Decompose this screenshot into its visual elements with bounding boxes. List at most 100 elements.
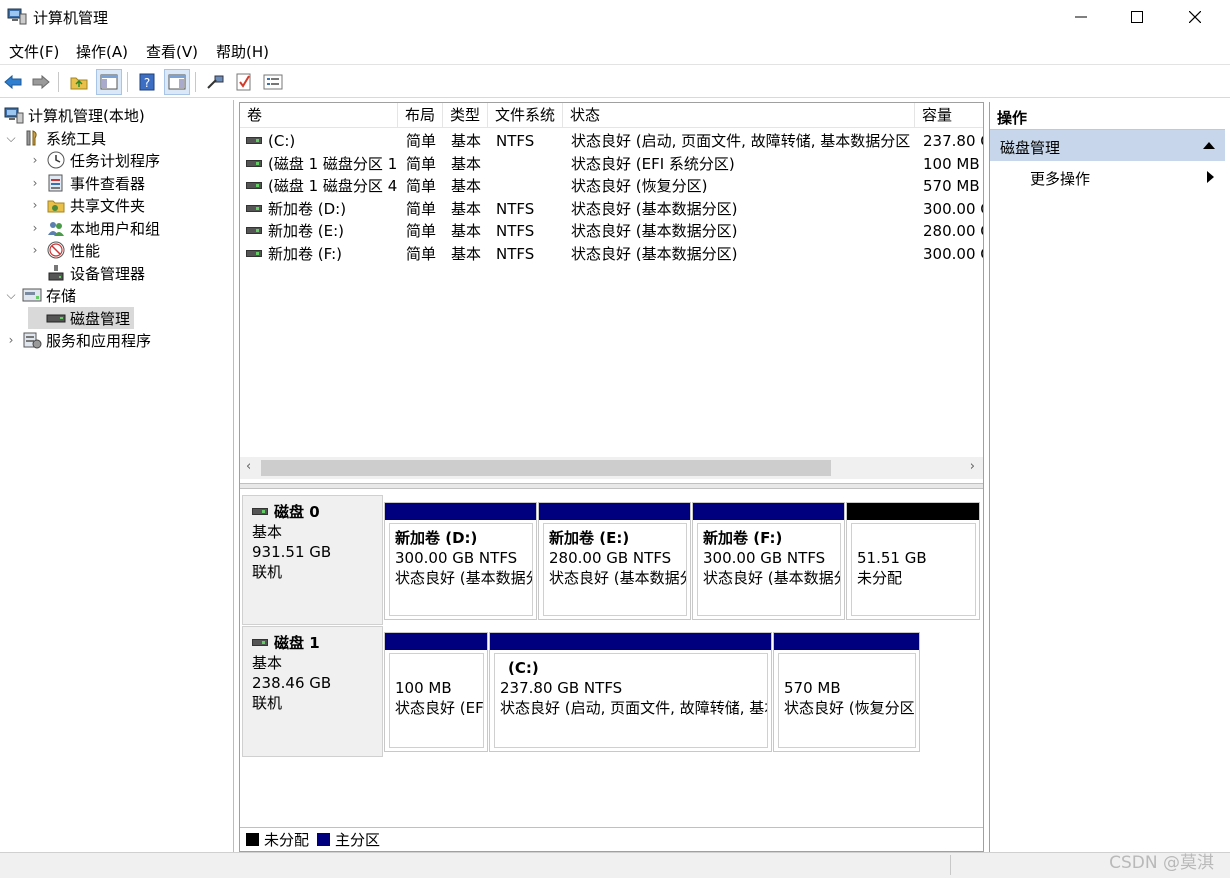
tree-item-event-viewer[interactable]: › 事件查看器 [28, 172, 145, 194]
tree-item-device-manager[interactable]: 设备管理器 [28, 262, 145, 284]
menu-help[interactable]: 帮助(H) [216, 41, 269, 62]
partition-bar [490, 633, 771, 650]
capacity-cell: 300.00 G [923, 199, 983, 218]
scrollbar-thumb[interactable] [261, 460, 831, 476]
column-capacity[interactable]: 容量 [915, 103, 983, 128]
forward-arrow-icon[interactable] [28, 69, 54, 95]
scroll-right-icon[interactable]: › [970, 459, 975, 474]
svg-text:?: ? [144, 76, 150, 90]
disk-graphical-view: 磁盘 0 基本 931.51 GB 联机 新加卷 (D:) 300.00 GB … [240, 489, 983, 827]
column-type[interactable]: 类型 [443, 103, 488, 128]
clock-icon [46, 151, 66, 169]
minimize-button[interactable] [1052, 0, 1110, 34]
partition-size: 100 MB [395, 679, 452, 697]
chevron-right-icon[interactable]: › [28, 153, 42, 167]
chevron-right-icon[interactable]: › [4, 333, 18, 347]
horizontal-scrollbar[interactable]: ‹ › [240, 457, 983, 479]
column-volume[interactable]: 卷 [240, 103, 398, 128]
more-actions-link[interactable]: 更多操作 [1030, 168, 1090, 189]
help-icon[interactable]: ? [134, 69, 160, 95]
tools-icon [22, 129, 42, 147]
partition-bar [774, 633, 919, 650]
chevron-down-icon[interactable]: ⌵ [4, 288, 18, 303]
partition-c[interactable]: (C:) 237.80 GB NTFS 状态良好 (启动, 页面文件, 故障转储… [489, 632, 772, 752]
partition-e[interactable]: 新加卷 (E:) 280.00 GB NTFS 状态良好 (基本数据分 [538, 502, 691, 620]
column-status[interactable]: 状态 [563, 103, 915, 128]
tree-item-computer-management[interactable]: 计算机管理(本地) [4, 104, 145, 126]
partition-size: 51.51 GB [857, 549, 927, 567]
volume-icon [246, 204, 262, 212]
table-row[interactable]: 新加卷 (D:) 简单基本 NTFS 状态良好 (基本数据分区) 300.00 G [240, 198, 983, 221]
type-cell: 基本 [451, 132, 482, 150]
partition-name: 新加卷 (E:) [549, 529, 630, 547]
maximize-button[interactable] [1108, 0, 1166, 34]
filesystem-cell: NTFS [496, 132, 535, 150]
menu-view[interactable]: 查看(V) [146, 41, 198, 62]
table-row[interactable]: (C:) 简单 基本 NTFS 状态良好 (启动, 页面文件, 故障转储, 基本数据分区… [240, 130, 983, 153]
show-hide-action-icon[interactable] [164, 69, 190, 95]
scroll-left-icon[interactable]: ‹ [246, 459, 251, 474]
partition-unallocated[interactable]: 51.51 GB 未分配 [846, 502, 980, 620]
back-arrow-icon[interactable] [0, 69, 26, 95]
storage-icon [22, 286, 42, 304]
layout-cell: 简单 [406, 222, 437, 240]
tree-item-disk-management[interactable]: 磁盘管理 [28, 307, 135, 329]
menu-action[interactable]: 操作(A) [76, 41, 128, 62]
legend-unallocated: 未分配 [264, 831, 310, 849]
layout-cell: 简单 [406, 154, 437, 173]
type-cell: 基本 [451, 177, 482, 195]
up-folder-icon[interactable] [66, 69, 92, 95]
properties-check-icon[interactable] [231, 69, 257, 95]
volume-cell: 新加卷 (F:) [246, 243, 398, 265]
tree-item-services-apps[interactable]: › 服务和应用程序 [4, 329, 151, 351]
tree-label: 系统工具 [46, 129, 107, 148]
type-cell: 基本 [451, 199, 482, 218]
event-viewer-icon [46, 174, 66, 192]
table-row[interactable]: (磁盘 1 磁盘分区 1) 简单 基本 状态良好 (EFI 系统分区) 100 MB [240, 153, 983, 176]
collapse-up-icon[interactable] [1203, 142, 1215, 149]
column-filesystem[interactable]: 文件系统 [488, 103, 563, 128]
capacity-cell: 100 MB [923, 154, 980, 173]
chevron-right-icon[interactable]: › [28, 176, 42, 190]
disk-0-label[interactable]: 磁盘 0 基本 931.51 GB 联机 [242, 495, 383, 625]
chevron-down-icon[interactable]: ⌵ [4, 131, 18, 146]
layout-cell: 简单 [406, 199, 437, 218]
computer-management-icon [7, 7, 27, 25]
volume-name: (磁盘 1 磁盘分区 1) [268, 154, 398, 173]
chevron-right-icon[interactable]: › [28, 198, 42, 212]
show-hide-tree-icon[interactable] [96, 69, 122, 95]
type-cell: 基本 [451, 244, 482, 263]
partition-bar [385, 503, 536, 520]
tree-item-task-scheduler[interactable]: › 任务计划程序 [28, 149, 160, 171]
submenu-arrow-icon[interactable] [1207, 171, 1214, 183]
tree-item-storage[interactable]: ⌵ 存储 [4, 284, 76, 306]
disk-1-label[interactable]: 磁盘 1 基本 238.46 GB 联机 [242, 626, 383, 757]
list-icon[interactable] [260, 69, 286, 95]
capacity-cell: 280.00 G [923, 222, 983, 240]
partition-recovery[interactable]: 570 MB 状态良好 (恢复分区 [773, 632, 920, 752]
volume-name: 新加卷 (E:) [268, 222, 345, 240]
chevron-right-icon[interactable]: › [28, 243, 42, 257]
disk-size: 238.46 GB [252, 674, 332, 692]
close-button[interactable] [1166, 0, 1224, 34]
tree-item-local-users[interactable]: › 本地用户和组 [28, 217, 160, 239]
column-layout[interactable]: 布局 [398, 103, 443, 128]
volume-cell: 新加卷 (D:) [246, 198, 398, 220]
type-cell: 基本 [451, 222, 482, 240]
connect-icon[interactable] [202, 69, 228, 95]
tree-item-performance[interactable]: › 性能 [28, 239, 100, 261]
menu-file[interactable]: 文件(F) [9, 41, 59, 62]
partition-d[interactable]: 新加卷 (D:) 300.00 GB NTFS 状态良好 (基本数据分 [384, 502, 537, 620]
tree-label: 磁盘管理 [70, 309, 131, 328]
partition-status: 状态良好 (基本数据分 [703, 569, 841, 587]
actions-section-disk-management[interactable]: 磁盘管理 [990, 130, 1225, 161]
tree-item-shared-folders[interactable]: › 共享文件夹 [28, 194, 145, 216]
table-row[interactable]: (磁盘 1 磁盘分区 4) 简单 基本 状态良好 (恢复分区) 570 MB [240, 175, 983, 198]
table-row[interactable]: 新加卷 (E:) 简单基本 NTFS 状态良好 (基本数据分区) 280.00 G [240, 220, 983, 243]
partition-efi[interactable]: 100 MB 状态良好 (EF [384, 632, 488, 752]
partition-f[interactable]: 新加卷 (F:) 300.00 GB NTFS 状态良好 (基本数据分 [692, 502, 845, 620]
tree-item-system-tools[interactable]: ⌵ 系统工具 [4, 127, 106, 149]
filesystem-cell: NTFS [496, 199, 535, 218]
chevron-right-icon[interactable]: › [28, 221, 42, 235]
table-row[interactable]: 新加卷 (F:) 简单基本 NTFS 状态良好 (基本数据分区) 300.00 G [240, 243, 983, 266]
